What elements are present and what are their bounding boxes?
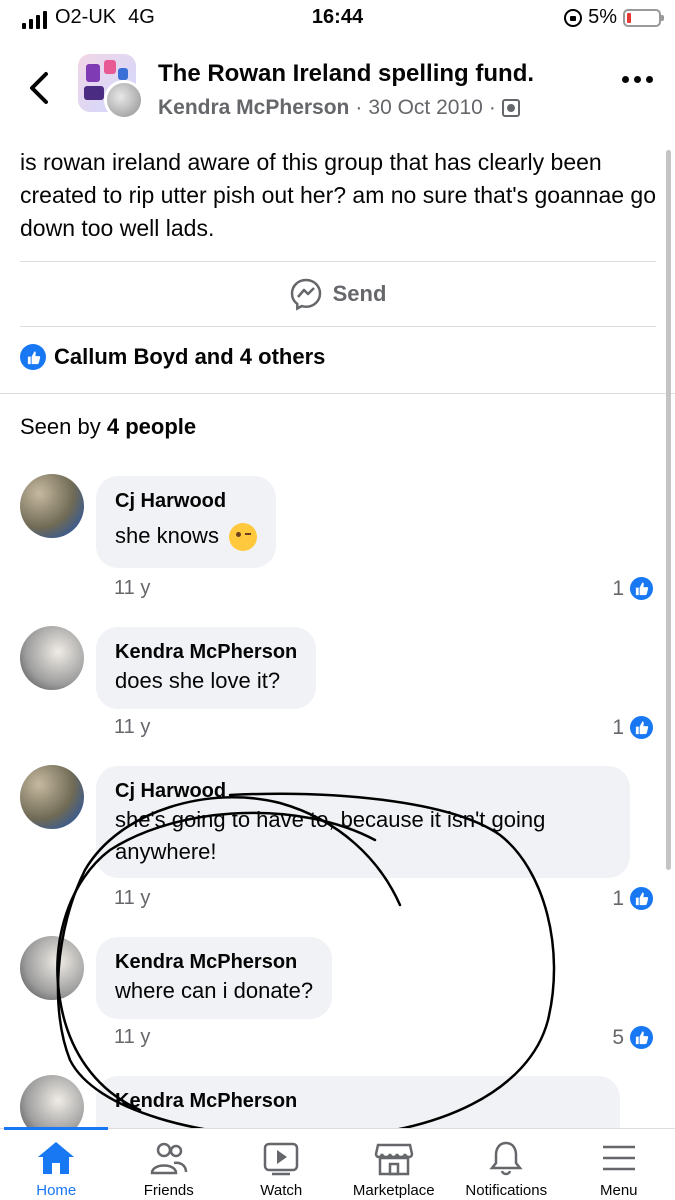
- watch-icon: [264, 1142, 299, 1176]
- battery-icon: [623, 8, 664, 27]
- meta-separator: ·: [488, 96, 496, 119]
- tab-marketplace[interactable]: Marketplace: [338, 1129, 451, 1200]
- divider: [0, 393, 675, 394]
- comment-reactions[interactable]: 1: [612, 714, 655, 741]
- hamburger-menu-icon: [602, 1145, 635, 1171]
- comment-reactions[interactable]: 1: [612, 575, 655, 602]
- status-bar: O2-UK 4G 16:44 5%: [0, 0, 675, 36]
- commenter-name[interactable]: Kendra McPherson: [115, 949, 313, 975]
- tab-label: Watch: [260, 1182, 303, 1199]
- comment-bubble[interactable]: Kendra McPherson where can i donate?: [96, 937, 333, 1019]
- tab-watch[interactable]: Watch: [225, 1129, 338, 1200]
- comment-time: 11 y: [114, 887, 151, 909]
- tab-label: Notifications: [465, 1182, 548, 1199]
- scrollbar[interactable]: [666, 150, 671, 870]
- seen-prefix: Seen by: [20, 414, 101, 439]
- comment-bubble[interactable]: Cj Harwood she's going to have to, becau…: [96, 766, 630, 878]
- like-reaction-icon: [20, 344, 46, 370]
- commenter-name[interactable]: Kendra McPherson: [115, 639, 297, 665]
- group-privacy-icon: [501, 99, 520, 117]
- group-title[interactable]: The Rowan Ireland spelling fund.: [158, 60, 534, 88]
- post-date[interactable]: 30 Oct 2010: [368, 96, 482, 120]
- post-meta: Kendra McPherson · 30 Oct 2010 ·: [158, 96, 520, 120]
- tab-label: Menu: [599, 1182, 638, 1199]
- post-header: The Rowan Ireland spelling fund. Kendra …: [0, 44, 675, 136]
- comment-reactions[interactable]: 1: [612, 885, 655, 912]
- seen-count: 4 people: [106, 414, 197, 439]
- comment-like-count: 1: [612, 576, 624, 600]
- commenter-name[interactable]: Cj Harwood: [115, 488, 257, 514]
- divider: [20, 326, 656, 327]
- comment-bubble[interactable]: Kendra McPherson does she love it?: [96, 627, 317, 709]
- comment-text: does she love it?: [115, 668, 281, 693]
- commenter-avatar[interactable]: [20, 474, 84, 538]
- comment-text: she's going to have to, because it isn't…: [115, 807, 546, 864]
- comment-time: 11 y: [114, 577, 151, 599]
- tab-label: Marketplace: [352, 1182, 435, 1199]
- commenter-avatar[interactable]: [20, 765, 84, 829]
- comment-bubble[interactable]: Cj Harwood she knows: [96, 476, 277, 568]
- comment-time: 11 y: [114, 1026, 151, 1048]
- home-icon: [38, 1142, 75, 1174]
- author-name[interactable]: Kendra McPherson: [158, 96, 349, 120]
- comment-reactions[interactable]: 5: [612, 1024, 655, 1051]
- comment-text: she knows: [115, 523, 219, 548]
- active-tab-indicator: [4, 1127, 108, 1130]
- comment-like-count: 1: [612, 886, 624, 910]
- send-label: Send: [332, 281, 387, 306]
- comment-text: where can i donate?: [115, 978, 314, 1003]
- commenter-name[interactable]: Cj Harwood: [115, 778, 611, 804]
- like-reaction-icon: [628, 575, 655, 602]
- back-chevron-icon[interactable]: [24, 68, 54, 108]
- meta-separator: ·: [355, 96, 363, 119]
- comment-like-count: 1: [612, 715, 624, 739]
- bell-icon: [489, 1141, 523, 1176]
- orientation-lock-icon: [564, 8, 583, 27]
- commenter-avatar[interactable]: [20, 626, 84, 690]
- battery-percent: 5%: [588, 6, 617, 28]
- tab-home[interactable]: Home: [0, 1129, 113, 1200]
- tab-friends[interactable]: Friends: [113, 1129, 226, 1200]
- reactions-summary[interactable]: Callum Boyd and 4 others: [20, 344, 325, 370]
- like-reaction-icon: [628, 885, 655, 912]
- winking-face-emoji-icon: [229, 523, 258, 552]
- like-reaction-icon: [628, 714, 655, 741]
- like-reaction-icon: [628, 1024, 655, 1051]
- marketplace-icon: [374, 1143, 414, 1176]
- author-avatar[interactable]: [104, 80, 144, 120]
- friends-icon: [150, 1142, 187, 1175]
- more-options-icon[interactable]: [622, 76, 653, 83]
- post-text: is rowan ireland aware of this group tha…: [20, 149, 657, 241]
- send-button[interactable]: Send: [0, 262, 675, 326]
- messenger-icon: [290, 278, 321, 311]
- comment-like-count: 5: [612, 1025, 624, 1049]
- commenter-avatar[interactable]: [20, 936, 84, 1000]
- bottom-tab-bar: Home Friends Watch Marketplace Notificat…: [0, 1127, 675, 1200]
- tab-menu[interactable]: Menu: [563, 1129, 675, 1200]
- tab-label: Friends: [143, 1182, 194, 1199]
- tab-label: Home: [36, 1182, 77, 1199]
- tab-notifications[interactable]: Notifications: [450, 1129, 563, 1200]
- likes-label: Callum Boyd and 4 others: [54, 344, 326, 369]
- comment-time: 11 y: [114, 716, 151, 738]
- seen-by[interactable]: Seen by 4 people: [20, 414, 196, 440]
- commenter-name[interactable]: Kendra McPherson: [115, 1088, 601, 1114]
